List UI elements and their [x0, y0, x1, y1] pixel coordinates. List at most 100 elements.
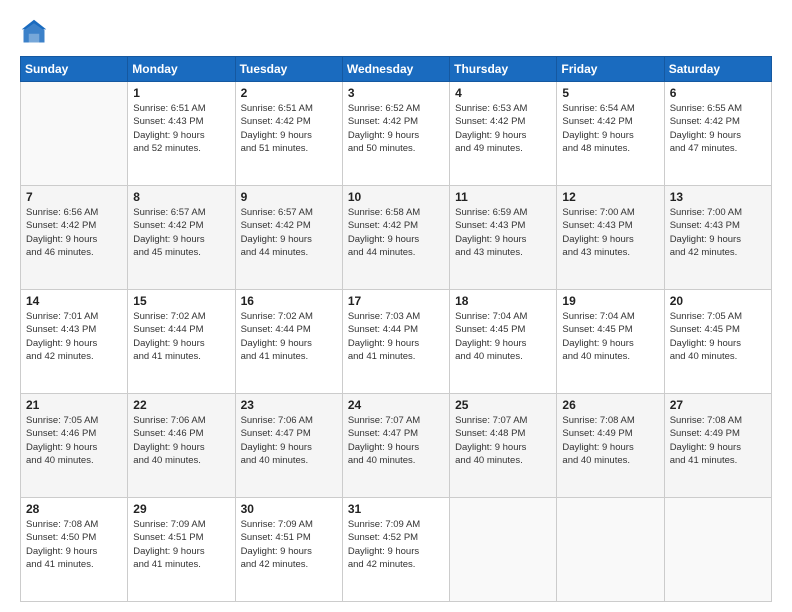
day-info: Sunrise: 7:08 AM Sunset: 4:50 PM Dayligh…: [26, 518, 122, 571]
day-info: Sunrise: 7:09 AM Sunset: 4:51 PM Dayligh…: [241, 518, 337, 571]
day-number: 30: [241, 502, 337, 516]
day-info: Sunrise: 6:59 AM Sunset: 4:43 PM Dayligh…: [455, 206, 551, 259]
day-info: Sunrise: 7:01 AM Sunset: 4:43 PM Dayligh…: [26, 310, 122, 363]
day-number: 13: [670, 190, 766, 204]
calendar-cell: 8 Sunrise: 6:57 AM Sunset: 4:42 PM Daylig…: [128, 186, 235, 290]
day-number: 6: [670, 86, 766, 100]
weekday-header-saturday: Saturday: [664, 57, 771, 82]
calendar-cell: 28Sunrise: 7:08 AM Sunset: 4:50 PM Dayli…: [21, 498, 128, 602]
day-info: Sunrise: 7:08 AM Sunset: 4:49 PM Dayligh…: [562, 414, 658, 467]
day-number: 12: [562, 190, 658, 204]
calendar-cell: 9 Sunrise: 6:57 AM Sunset: 4:42 PM Daylig…: [235, 186, 342, 290]
day-number: 9: [241, 190, 337, 204]
calendar-cell: [557, 498, 664, 602]
calendar-cell: [664, 498, 771, 602]
day-number: 23: [241, 398, 337, 412]
day-number: 21: [26, 398, 122, 412]
day-info: Sunrise: 7:06 AM Sunset: 4:46 PM Dayligh…: [133, 414, 229, 467]
day-number: 8: [133, 190, 229, 204]
day-info: Sunrise: 6:55 AM Sunset: 4:42 PM Dayligh…: [670, 102, 766, 155]
day-number: 26: [562, 398, 658, 412]
day-number: 3: [348, 86, 444, 100]
day-info: Sunrise: 6:57 AM Sunset: 4:42 PM Dayligh…: [133, 206, 229, 259]
day-info: Sunrise: 6:51 AM Sunset: 4:43 PM Dayligh…: [133, 102, 229, 155]
calendar-cell: 21Sunrise: 7:05 AM Sunset: 4:46 PM Dayli…: [21, 394, 128, 498]
calendar-cell: 10 Sunrise: 6:58 AM Sunset: 4:42 PM Dayli…: [342, 186, 449, 290]
weekday-header-sunday: Sunday: [21, 57, 128, 82]
calendar-cell: 22 Sunrise: 7:06 AM Sunset: 4:46 PM Dayli…: [128, 394, 235, 498]
day-info: Sunrise: 7:03 AM Sunset: 4:44 PM Dayligh…: [348, 310, 444, 363]
day-info: Sunrise: 7:04 AM Sunset: 4:45 PM Dayligh…: [455, 310, 551, 363]
calendar-cell: 15 Sunrise: 7:02 AM Sunset: 4:44 PM Dayli…: [128, 290, 235, 394]
calendar-week-2: 7Sunrise: 6:56 AM Sunset: 4:42 PM Daylig…: [21, 186, 772, 290]
calendar-week-1: 1Sunrise: 6:51 AM Sunset: 4:43 PM Daylig…: [21, 82, 772, 186]
day-info: Sunrise: 7:06 AM Sunset: 4:47 PM Dayligh…: [241, 414, 337, 467]
day-info: Sunrise: 7:02 AM Sunset: 4:44 PM Dayligh…: [241, 310, 337, 363]
day-info: Sunrise: 6:54 AM Sunset: 4:42 PM Dayligh…: [562, 102, 658, 155]
day-info: Sunrise: 7:02 AM Sunset: 4:44 PM Dayligh…: [133, 310, 229, 363]
calendar-cell: 4Sunrise: 6:53 AM Sunset: 4:42 PM Daylig…: [450, 82, 557, 186]
calendar-week-5: 28Sunrise: 7:08 AM Sunset: 4:50 PM Dayli…: [21, 498, 772, 602]
day-info: Sunrise: 7:00 AM Sunset: 4:43 PM Dayligh…: [562, 206, 658, 259]
day-number: 25: [455, 398, 551, 412]
calendar-cell: 29 Sunrise: 7:09 AM Sunset: 4:51 PM Dayli…: [128, 498, 235, 602]
day-info: Sunrise: 6:57 AM Sunset: 4:42 PM Dayligh…: [241, 206, 337, 259]
day-number: 15: [133, 294, 229, 308]
calendar-cell: 16 Sunrise: 7:02 AM Sunset: 4:44 PM Dayli…: [235, 290, 342, 394]
day-number: 17: [348, 294, 444, 308]
calendar-cell: 31 Sunrise: 7:09 AM Sunset: 4:52 PM Dayli…: [342, 498, 449, 602]
calendar-cell: 12 Sunrise: 7:00 AM Sunset: 4:43 PM Dayli…: [557, 186, 664, 290]
calendar-cell: 27 Sunrise: 7:08 AM Sunset: 4:49 PM Dayli…: [664, 394, 771, 498]
calendar-cell: 26 Sunrise: 7:08 AM Sunset: 4:49 PM Dayli…: [557, 394, 664, 498]
calendar-cell: 6 Sunrise: 6:55 AM Sunset: 4:42 PM Daylig…: [664, 82, 771, 186]
day-number: 22: [133, 398, 229, 412]
day-number: 16: [241, 294, 337, 308]
calendar-cell: 19 Sunrise: 7:04 AM Sunset: 4:45 PM Dayli…: [557, 290, 664, 394]
weekday-header-thursday: Thursday: [450, 57, 557, 82]
calendar-cell: 30 Sunrise: 7:09 AM Sunset: 4:51 PM Dayli…: [235, 498, 342, 602]
day-info: Sunrise: 7:07 AM Sunset: 4:47 PM Dayligh…: [348, 414, 444, 467]
day-number: 31: [348, 502, 444, 516]
day-info: Sunrise: 7:09 AM Sunset: 4:51 PM Dayligh…: [133, 518, 229, 571]
calendar-cell: 17 Sunrise: 7:03 AM Sunset: 4:44 PM Dayli…: [342, 290, 449, 394]
day-info: Sunrise: 7:07 AM Sunset: 4:48 PM Dayligh…: [455, 414, 551, 467]
day-number: 4: [455, 86, 551, 100]
calendar-week-4: 21Sunrise: 7:05 AM Sunset: 4:46 PM Dayli…: [21, 394, 772, 498]
calendar-week-3: 14Sunrise: 7:01 AM Sunset: 4:43 PM Dayli…: [21, 290, 772, 394]
calendar-cell: 20 Sunrise: 7:05 AM Sunset: 4:45 PM Dayli…: [664, 290, 771, 394]
day-info: Sunrise: 7:04 AM Sunset: 4:45 PM Dayligh…: [562, 310, 658, 363]
calendar-cell: 7Sunrise: 6:56 AM Sunset: 4:42 PM Daylig…: [21, 186, 128, 290]
day-info: Sunrise: 7:05 AM Sunset: 4:45 PM Dayligh…: [670, 310, 766, 363]
calendar-cell: 14Sunrise: 7:01 AM Sunset: 4:43 PM Dayli…: [21, 290, 128, 394]
weekday-header-monday: Monday: [128, 57, 235, 82]
day-info: Sunrise: 7:09 AM Sunset: 4:52 PM Dayligh…: [348, 518, 444, 571]
day-number: 11: [455, 190, 551, 204]
day-number: 20: [670, 294, 766, 308]
calendar-cell: 3 Sunrise: 6:52 AM Sunset: 4:42 PM Daylig…: [342, 82, 449, 186]
logo-icon: [20, 18, 48, 46]
calendar-cell: 18Sunrise: 7:04 AM Sunset: 4:45 PM Dayli…: [450, 290, 557, 394]
header: [20, 18, 772, 46]
weekday-header-row: SundayMondayTuesdayWednesdayThursdayFrid…: [21, 57, 772, 82]
calendar-cell: 5 Sunrise: 6:54 AM Sunset: 4:42 PM Daylig…: [557, 82, 664, 186]
day-number: 27: [670, 398, 766, 412]
day-number: 5: [562, 86, 658, 100]
day-number: 19: [562, 294, 658, 308]
calendar-cell: 1Sunrise: 6:51 AM Sunset: 4:43 PM Daylig…: [128, 82, 235, 186]
day-info: Sunrise: 7:08 AM Sunset: 4:49 PM Dayligh…: [670, 414, 766, 467]
day-info: Sunrise: 6:51 AM Sunset: 4:42 PM Dayligh…: [241, 102, 337, 155]
calendar-cell: 23 Sunrise: 7:06 AM Sunset: 4:47 PM Dayli…: [235, 394, 342, 498]
day-info: Sunrise: 6:58 AM Sunset: 4:42 PM Dayligh…: [348, 206, 444, 259]
day-number: 29: [133, 502, 229, 516]
day-info: Sunrise: 7:00 AM Sunset: 4:43 PM Dayligh…: [670, 206, 766, 259]
day-info: Sunrise: 6:56 AM Sunset: 4:42 PM Dayligh…: [26, 206, 122, 259]
calendar-cell: 25 Sunrise: 7:07 AM Sunset: 4:48 PM Dayli…: [450, 394, 557, 498]
day-info: Sunrise: 6:52 AM Sunset: 4:42 PM Dayligh…: [348, 102, 444, 155]
day-number: 24: [348, 398, 444, 412]
calendar-cell: 2 Sunrise: 6:51 AM Sunset: 4:42 PM Daylig…: [235, 82, 342, 186]
logo: [20, 18, 54, 46]
weekday-header-wednesday: Wednesday: [342, 57, 449, 82]
calendar-cell: [21, 82, 128, 186]
day-number: 10: [348, 190, 444, 204]
day-number: 2: [241, 86, 337, 100]
